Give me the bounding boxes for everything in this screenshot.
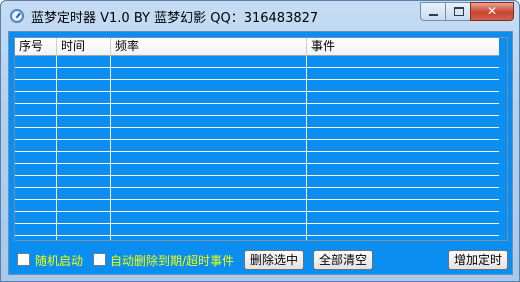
table-row[interactable] [15, 80, 499, 92]
client-area: 序号 时间 频率 事件 随机启动 自动删除到期/超时事件 删除选中 全部清空 增… [8, 31, 513, 275]
auto-start-checkbox[interactable] [17, 253, 30, 266]
column-header-index[interactable]: 序号 [15, 38, 57, 56]
clear-all-button[interactable]: 全部清空 [313, 250, 373, 270]
auto-delete-checkbox[interactable] [93, 253, 106, 266]
column-header-event[interactable]: 事件 [307, 38, 500, 56]
table-row[interactable] [15, 140, 499, 152]
column-header-time[interactable]: 时间 [57, 38, 111, 56]
timer-list[interactable]: 序号 时间 频率 事件 [14, 37, 508, 241]
table-row[interactable] [15, 224, 499, 236]
maximize-button[interactable] [445, 2, 471, 21]
column-header-frequency[interactable]: 频率 [111, 38, 307, 56]
add-timer-button[interactable]: 增加定时 [448, 250, 508, 270]
close-button[interactable]: ✕ [470, 2, 514, 21]
table-row[interactable] [15, 188, 499, 200]
table-row[interactable] [15, 176, 499, 188]
clock-icon [10, 9, 24, 23]
close-icon: ✕ [486, 4, 498, 18]
table-row[interactable] [15, 200, 499, 212]
grid-divider [306, 56, 307, 240]
minimize-icon [429, 14, 438, 16]
table-row[interactable] [15, 56, 499, 68]
auto-start-label[interactable]: 随机启动 [35, 252, 83, 269]
table-row[interactable] [15, 128, 499, 140]
table-row[interactable] [15, 116, 499, 128]
table-row[interactable] [15, 92, 499, 104]
table-row[interactable] [15, 104, 499, 116]
list-header: 序号 时间 频率 事件 [15, 38, 507, 56]
table-row[interactable] [15, 68, 499, 80]
list-body[interactable] [15, 56, 507, 240]
grid-divider [110, 56, 111, 240]
table-row[interactable] [15, 164, 499, 176]
delete-selected-button[interactable]: 删除选中 [244, 250, 304, 270]
bottom-toolbar: 随机启动 自动删除到期/超时事件 删除选中 全部清空 增加定时 [9, 248, 514, 274]
vertical-scrollbar[interactable] [499, 38, 507, 240]
auto-delete-label[interactable]: 自动删除到期/超时事件 [110, 252, 234, 269]
window-title: 蓝梦定时器 V1.0 BY 蓝梦幻影 QQ：316483827 [31, 11, 319, 26]
maximize-icon [454, 7, 464, 16]
app-window: 蓝梦定时器 V1.0 BY 蓝梦幻影 QQ：316483827 ✕ 序号 时间 … [0, 0, 520, 282]
table-row[interactable] [15, 152, 499, 164]
minimize-button[interactable] [420, 2, 446, 21]
table-row[interactable] [15, 212, 499, 224]
grid-divider [56, 56, 57, 240]
title-bar[interactable]: 蓝梦定时器 V1.0 BY 蓝梦幻影 QQ：316483827 ✕ [1, 1, 519, 31]
